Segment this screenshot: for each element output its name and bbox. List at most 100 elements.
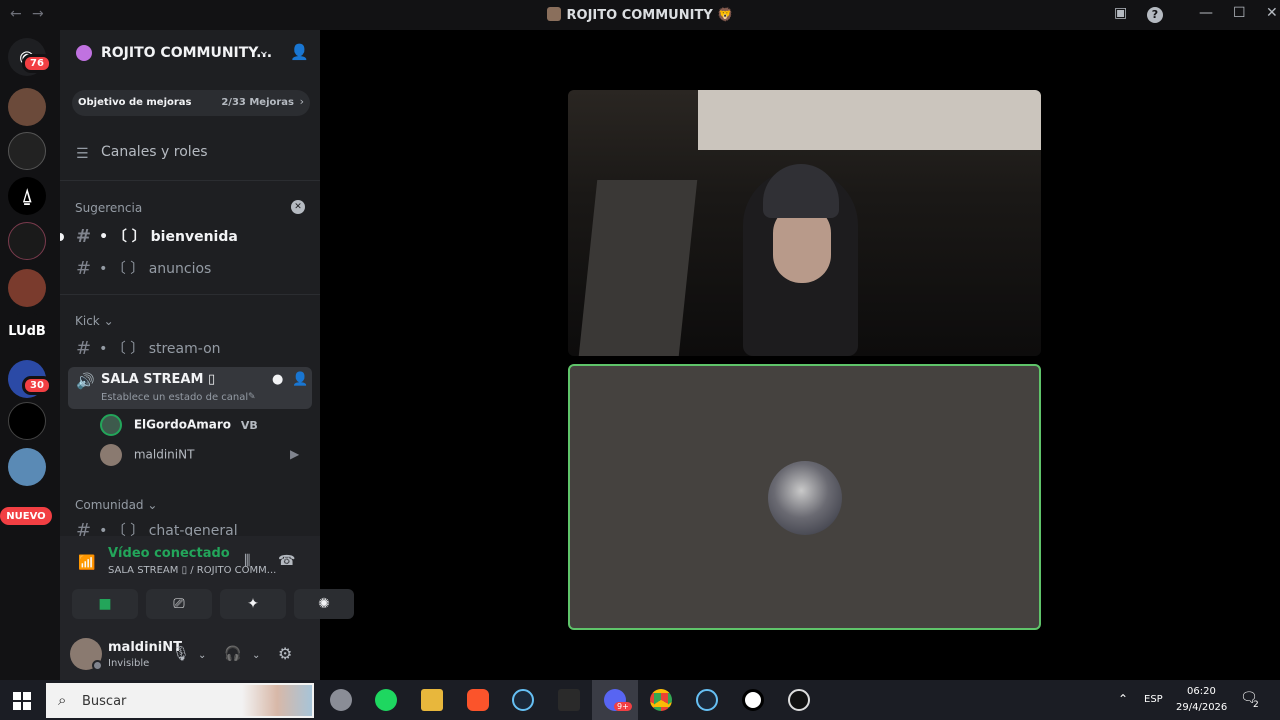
- taskbar-search[interactable]: ⌕ Buscar: [46, 683, 314, 718]
- settings-gear-icon[interactable]: ⚙: [278, 644, 292, 663]
- user-panel: maldiniNT Invisible 🎙 ⌄ 🎧 ⌄ ⚙: [60, 628, 320, 680]
- steam-icon[interactable]: [512, 689, 534, 711]
- chevron-right-icon: ›: [299, 95, 304, 108]
- signal-icon[interactable]: 📶: [78, 555, 95, 571]
- speaker-icon: 🔊: [76, 372, 95, 390]
- beanie: [763, 164, 839, 218]
- inbox-icon[interactable]: ▣: [1114, 5, 1127, 21]
- search-icon: ⌕: [58, 691, 67, 709]
- divider: [60, 294, 320, 295]
- voice-user-name: ElGordoAmaro: [133, 417, 232, 432]
- windows-start-icon[interactable]: [13, 692, 31, 710]
- guild-name: ROJITO COMMUNITY...: [101, 45, 273, 61]
- invite-user-icon[interactable]: 👤: [290, 43, 309, 61]
- maximize-icon[interactable]: ☐: [1233, 5, 1246, 21]
- obs-icon[interactable]: [742, 689, 764, 711]
- close-icon[interactable]: ✕: [1266, 5, 1278, 21]
- hash-icon: #: [76, 258, 92, 279]
- category-community[interactable]: Comunidad ⌄: [75, 498, 157, 512]
- epic-games-icon[interactable]: [558, 689, 580, 711]
- soundboard-button[interactable]: ✺: [294, 589, 354, 619]
- boost-goal[interactable]: Objetivo de mejoras 2/33 Mejoras ›: [72, 90, 310, 116]
- camera-button[interactable]: ■: [72, 589, 138, 619]
- user-name[interactable]: maldiniNT: [108, 640, 182, 655]
- lol-badge: 30: [22, 376, 52, 395]
- voice-channel[interactable]: 🔊 SALA STREAM ▯ Establece un estado de c…: [68, 367, 312, 409]
- voice-user-maldinint[interactable]: maldiniNT: [100, 444, 194, 466]
- discord-badge: 9+: [614, 702, 632, 711]
- chrome-icon[interactable]: [650, 689, 672, 711]
- category-label: Comunidad: [75, 498, 144, 512]
- hash-icon: #: [76, 338, 92, 359]
- tray-chevron-icon[interactable]: ⌃: [1118, 692, 1128, 706]
- clock-time[interactable]: 06:20: [1187, 686, 1216, 697]
- window-title: ROJITO COMMUNITY 🦁: [0, 7, 1280, 23]
- camera-icon: ▶: [290, 447, 300, 461]
- noise-suppression-icon[interactable]: ⫼: [244, 553, 250, 569]
- server-icon-user[interactable]: [8, 448, 46, 486]
- clock-date[interactable]: 29/4/2026: [1176, 702, 1227, 713]
- guild-header[interactable]: ROJITO COMMUNITY... ⌄ 👤: [60, 30, 320, 78]
- boost-label: Objetivo de mejoras: [78, 97, 192, 108]
- category-kick[interactable]: Kick ⌄: [75, 314, 114, 328]
- voice-channel-name: SALA STREAM ▯: [101, 372, 216, 387]
- invite-to-voice-icon[interactable]: 👤: [292, 372, 308, 387]
- chevron-down-icon[interactable]: ⌄: [198, 650, 206, 661]
- server-icon-community[interactable]: [8, 402, 46, 440]
- video-tile-speaking[interactable]: [568, 364, 1041, 630]
- server-icon-5[interactable]: [8, 269, 46, 307]
- chat-icon[interactable]: ●: [272, 372, 283, 387]
- server-icon: [546, 7, 561, 21]
- home-badge: 76: [22, 54, 52, 73]
- microphone-icon[interactable]: 🎙: [172, 646, 190, 662]
- new-badge[interactable]: NUEVO: [0, 507, 52, 525]
- server-icon-4[interactable]: [8, 222, 46, 260]
- server-boost-icon: [76, 45, 92, 61]
- channel-bienvenida[interactable]: # • 〔 〕 bienvenida: [76, 226, 238, 247]
- disconnect-icon[interactable]: ☎: [278, 553, 295, 569]
- channel-anuncios[interactable]: # • 〔 〕 anuncios: [76, 258, 211, 279]
- screen-share-button[interactable]: ⎚: [146, 589, 212, 619]
- server-rail: ◉ 76 ⍙ LUdB 30 NUEVO: [0, 30, 60, 680]
- headphones-icon[interactable]: 🎧: [224, 646, 241, 662]
- chevron-down-icon[interactable]: ⌄: [252, 650, 260, 661]
- channel-label: • 〔 〕 bienvenida: [99, 229, 238, 245]
- taskbar: ⌕ Buscar 9+ ⌃ ESP 06:20 29/4/2026 🗨 2: [0, 680, 1280, 720]
- voice-user-elgordoamaro[interactable]: ElGordoAmaro VB: [100, 414, 258, 436]
- window-title-text: ROJITO COMMUNITY 🦁: [566, 8, 734, 23]
- server-icon-2[interactable]: [8, 132, 46, 170]
- dismiss-icon[interactable]: ✕: [291, 200, 305, 214]
- app-icon-1[interactable]: [330, 689, 352, 711]
- avatar: [100, 414, 122, 436]
- chevron-down-icon: ⌄: [258, 43, 270, 59]
- file-explorer-icon[interactable]: [421, 689, 443, 711]
- server-icon-3[interactable]: ⍙: [8, 177, 46, 215]
- spotify-icon[interactable]: [375, 689, 397, 711]
- channel-label: • 〔 〕 anuncios: [99, 261, 212, 277]
- voice-user-name: maldiniNT: [133, 447, 195, 462]
- avatar: [768, 461, 842, 535]
- channels-list-icon: ☰: [76, 146, 89, 162]
- minimize-icon[interactable]: —: [1199, 5, 1213, 21]
- boost-count: 2/33 Mejoras: [221, 97, 294, 108]
- app-icon-2[interactable]: [788, 689, 810, 711]
- title-bar: ← → ROJITO COMMUNITY 🦁 ▣ ? — ☐ ✕: [0, 0, 1280, 30]
- pencil-icon[interactable]: ✎: [248, 392, 256, 402]
- language-indicator[interactable]: ESP: [1144, 694, 1163, 705]
- category-suggestion[interactable]: Sugerencia: [75, 201, 142, 215]
- channel-stream-on[interactable]: # • 〔 〕 stream-on: [76, 338, 221, 359]
- channels-roles[interactable]: Canales y roles: [101, 144, 208, 160]
- voice-connected-label[interactable]: Vídeo conectado: [108, 546, 230, 561]
- voice-connected-location[interactable]: SALA STREAM ▯ / ROJITO COMM...: [108, 565, 276, 576]
- chair: [578, 180, 698, 356]
- channel-label: • 〔 〕 stream-on: [99, 341, 221, 357]
- activities-button[interactable]: ✦: [220, 589, 286, 619]
- steam-icon-2[interactable]: [696, 689, 718, 711]
- server-icon-1[interactable]: [8, 88, 46, 126]
- brave-icon[interactable]: [467, 689, 489, 711]
- help-icon[interactable]: ?: [1147, 7, 1163, 23]
- channel-status[interactable]: Establece un estado de canal: [101, 392, 248, 403]
- video-tile-camera[interactable]: [568, 90, 1041, 356]
- server-icon-ludb[interactable]: LUdB: [8, 312, 46, 350]
- notification-count: 2: [1253, 700, 1259, 710]
